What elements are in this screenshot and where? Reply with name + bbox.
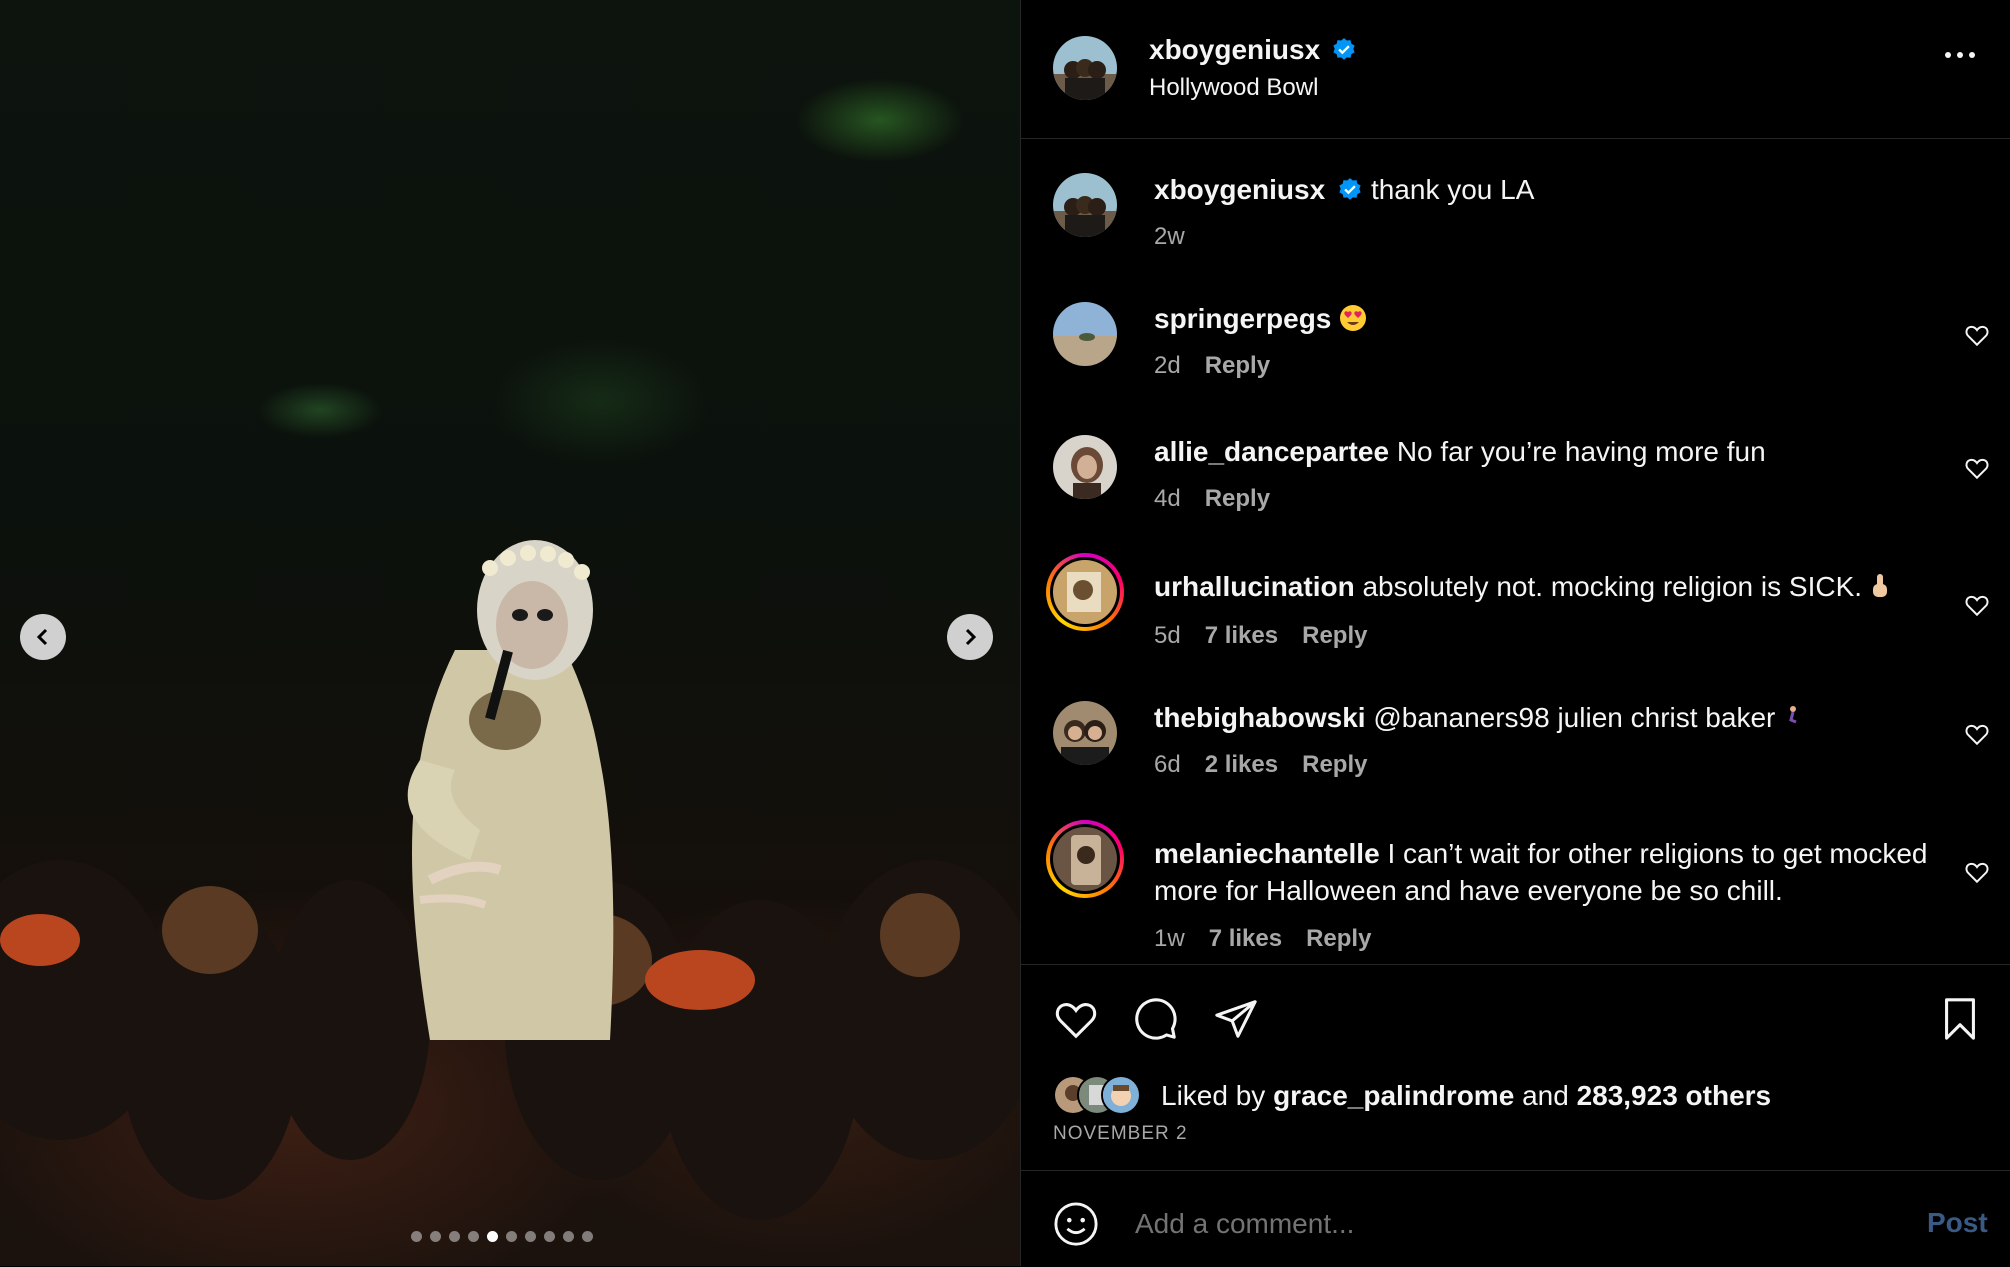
liked-by-prefix: Liked by — [1161, 1080, 1266, 1111]
comment-text: @bananers98 julien christ baker — [1373, 702, 1776, 733]
carousel-dot — [468, 1231, 479, 1242]
carousel-dot — [487, 1231, 498, 1242]
more-options-button[interactable] — [1945, 52, 1975, 58]
caption-text: thank you LA — [1370, 174, 1535, 205]
author-username[interactable]: xboygeniusx — [1149, 34, 1320, 65]
carousel-dot — [525, 1231, 536, 1242]
like-comment-heart-icon[interactable] — [1964, 455, 1990, 481]
raised-finger-emoji-icon — [1872, 574, 1887, 597]
commenter-username[interactable]: thebighabowski — [1154, 702, 1366, 733]
like-comment-heart-icon[interactable] — [1964, 322, 1990, 348]
previous-photo-button[interactable] — [20, 614, 66, 660]
comment-likes-count[interactable]: 7 likes — [1209, 925, 1282, 953]
carousel-indicator — [411, 1231, 593, 1242]
comment-age: 2d — [1154, 352, 1181, 379]
commenter-username[interactable]: urhallucination — [1154, 571, 1355, 602]
post-location[interactable]: Hollywood Bowl — [1149, 74, 1318, 102]
like-comment-heart-icon[interactable] — [1964, 859, 1990, 885]
comment-composer: Post — [1021, 1170, 2010, 1267]
post-comment-button[interactable]: Post — [1927, 1207, 1988, 1239]
comment-text: absolutely not. mocking religion is SICK… — [1362, 571, 1863, 602]
comment-age: 1w — [1154, 925, 1185, 952]
liked-by-line: Liked by grace_palindrome and 283,923 ot… — [1161, 1080, 1771, 1112]
share-paper-plane-icon[interactable] — [1213, 996, 1259, 1042]
carousel-dot — [582, 1231, 593, 1242]
verified-badge-icon — [1333, 38, 1355, 60]
liked-by-avatars[interactable] — [1053, 1075, 1153, 1115]
carousel-dot — [411, 1231, 422, 1242]
more-dots-icon — [1945, 52, 1951, 58]
story-ring[interactable] — [1046, 553, 1124, 631]
liked-by-joiner: and — [1522, 1080, 1569, 1111]
next-photo-button[interactable] — [947, 614, 993, 660]
carousel-dot — [544, 1231, 555, 1242]
reply-button[interactable]: Reply — [1302, 751, 1367, 779]
emoji-picker-smiley-icon[interactable] — [1053, 1201, 1099, 1247]
like-comment-heart-icon[interactable] — [1964, 592, 1990, 618]
comment-likes-count[interactable]: 2 likes — [1205, 751, 1278, 779]
commenter-avatar[interactable] — [1053, 701, 1117, 765]
comments-list[interactable]: xboygeniusx thank you LA 2w springerpegs — [1021, 139, 2010, 963]
commenter-username[interactable]: melaniechantelle — [1154, 838, 1380, 869]
comment-text: No far you’re having more fun — [1396, 436, 1766, 467]
caption-age: 2w — [1154, 223, 1185, 250]
post-header: xboygeniusx Hollywood Bowl — [1021, 0, 2010, 139]
like-comment-heart-icon[interactable] — [1964, 721, 1990, 747]
commenter-avatar[interactable] — [1053, 560, 1117, 624]
commenter-username[interactable]: springerpegs — [1154, 303, 1331, 334]
carousel-dot — [506, 1231, 517, 1242]
post-photo — [0, 540, 1020, 1220]
comment-age: 6d — [1154, 751, 1181, 778]
reply-button[interactable]: Reply — [1205, 352, 1270, 380]
carousel-dot — [563, 1231, 574, 1242]
post-actions: Liked by grace_palindrome and 283,923 ot… — [1021, 964, 2010, 1171]
liked-by-others[interactable]: 283,923 others — [1577, 1080, 1772, 1111]
heart-eyes-emoji-icon — [1340, 305, 1367, 331]
kneeling-figure-emoji-icon — [1789, 706, 1797, 724]
commenter-avatar[interactable] — [1053, 435, 1117, 499]
reply-button[interactable]: Reply — [1205, 485, 1270, 513]
reply-button[interactable]: Reply — [1302, 622, 1367, 650]
chevron-right-icon — [965, 628, 977, 646]
comment-input[interactable] — [1133, 1201, 1817, 1247]
carousel-dot — [449, 1231, 460, 1242]
post-side-panel: xboygeniusx Hollywood Bowl xboygeniusx t… — [1020, 0, 2010, 1266]
post-date[interactable]: NOVEMBER 2 — [1053, 1123, 1188, 1145]
like-heart-icon[interactable] — [1053, 996, 1099, 1042]
carousel-dot — [430, 1231, 441, 1242]
save-bookmark-icon[interactable] — [1937, 996, 1983, 1042]
caption-username[interactable]: xboygeniusx — [1154, 174, 1325, 205]
comment-age: 5d — [1154, 622, 1181, 649]
caption-author-avatar[interactable] — [1053, 173, 1117, 237]
post-media — [0, 0, 1020, 1266]
commenter-username[interactable]: allie_dancepartee — [1154, 436, 1389, 467]
comment-likes-count[interactable]: 7 likes — [1205, 622, 1278, 650]
liked-by-user[interactable]: grace_palindrome — [1273, 1080, 1514, 1111]
comment-age: 4d — [1154, 485, 1181, 512]
comment-bubble-icon[interactable] — [1133, 996, 1179, 1042]
reply-button[interactable]: Reply — [1306, 925, 1371, 953]
verified-badge-icon — [1339, 178, 1361, 200]
commenter-avatar[interactable] — [1053, 302, 1117, 366]
commenter-avatar[interactable] — [1053, 827, 1117, 891]
author-avatar[interactable] — [1053, 36, 1117, 100]
story-ring[interactable] — [1046, 820, 1124, 898]
liker-avatar — [1101, 1075, 1141, 1115]
chevron-left-icon — [36, 628, 48, 646]
